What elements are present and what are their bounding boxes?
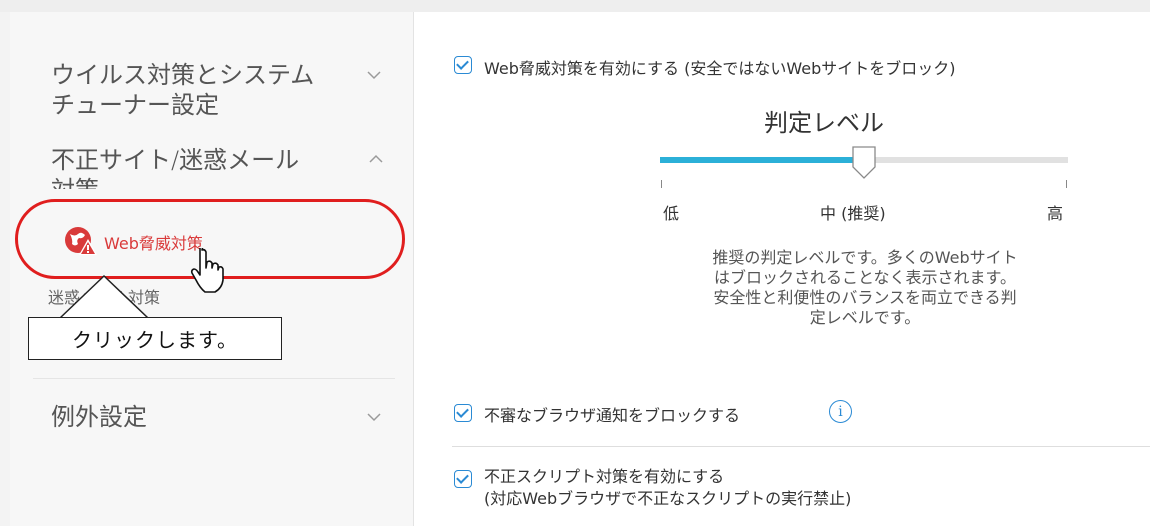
sidebar-divider	[33, 378, 395, 379]
sidebar-section-exceptions[interactable]: 例外設定	[51, 402, 147, 432]
tick-low	[661, 180, 662, 188]
hand-cursor-icon	[190, 248, 224, 293]
level-description: 推奨の判定レベルです。多くのWebサイト はブロックされることなく表示されます。…	[655, 248, 1075, 328]
level-slider-fill	[660, 157, 864, 163]
chevron-down-icon[interactable]	[366, 70, 382, 80]
sidebar-section-web-line1: 不正サイト/迷惑メール	[51, 146, 300, 174]
sidebar-section-web-line2: 対策	[51, 175, 299, 189]
top-bar	[0, 0, 1150, 12]
info-icon[interactable]: i	[829, 400, 852, 423]
script-checkbox[interactable]	[454, 470, 472, 488]
sidebar-section-virus-line1: ウイルス対策とシステム	[51, 61, 315, 89]
web-threat-label: Web脅威対策を有効にする (安全ではないWebサイトをブロック)	[484, 59, 956, 78]
sidebar-section-virus-line2: チューナー設定	[51, 91, 219, 119]
script-label-line1: 不正スクリプト対策を有効にする	[484, 467, 725, 486]
left-strip	[0, 12, 10, 526]
chevron-down-icon[interactable]	[366, 412, 382, 422]
sidebar-section-web[interactable]: 不正サイト/迷惑メール 対策	[51, 145, 299, 189]
browser-notify-checkbox[interactable]	[454, 404, 472, 422]
panel-divider	[413, 12, 414, 526]
level-description-line: 推奨の判定レベルです。多くのWebサイト	[712, 248, 1018, 267]
browser-notify-label: 不審なブラウザ通知をブロックする	[484, 406, 741, 425]
level-high-label: 高	[1047, 204, 1064, 223]
level-description-line: はブロックされることなく表示されます。	[714, 268, 1016, 287]
settings-divider	[452, 446, 1150, 447]
level-description-line: 安全性と利便性のバランスを両立できる判	[713, 288, 1017, 307]
level-slider-thumb[interactable]	[850, 145, 880, 181]
sidebar-section-virus[interactable]: ウイルス対策とシステム チューナー設定	[51, 60, 314, 120]
callout-box: クリックします。	[28, 317, 282, 360]
callout-pointer	[60, 274, 150, 320]
level-description-line: 定レベルです。	[809, 308, 921, 327]
tick-high	[1066, 180, 1067, 188]
script-label: 不正スクリプト対策を有効にする (対応Webブラウザで不正なスクリプトの実行禁止…	[484, 466, 851, 510]
level-mid-label: 中 (推奨)	[820, 204, 886, 223]
web-threat-checkbox[interactable]	[454, 56, 472, 74]
level-title: 判定レベル	[764, 109, 884, 137]
script-label-line2: (対応Webブラウザで不正なスクリプトの実行禁止)	[484, 489, 852, 508]
sidebar-section-exceptions-label: 例外設定	[51, 403, 147, 431]
callout-text: クリックします。	[72, 328, 238, 352]
chevron-up-icon[interactable]	[368, 154, 384, 164]
level-low-label: 低	[663, 204, 680, 223]
